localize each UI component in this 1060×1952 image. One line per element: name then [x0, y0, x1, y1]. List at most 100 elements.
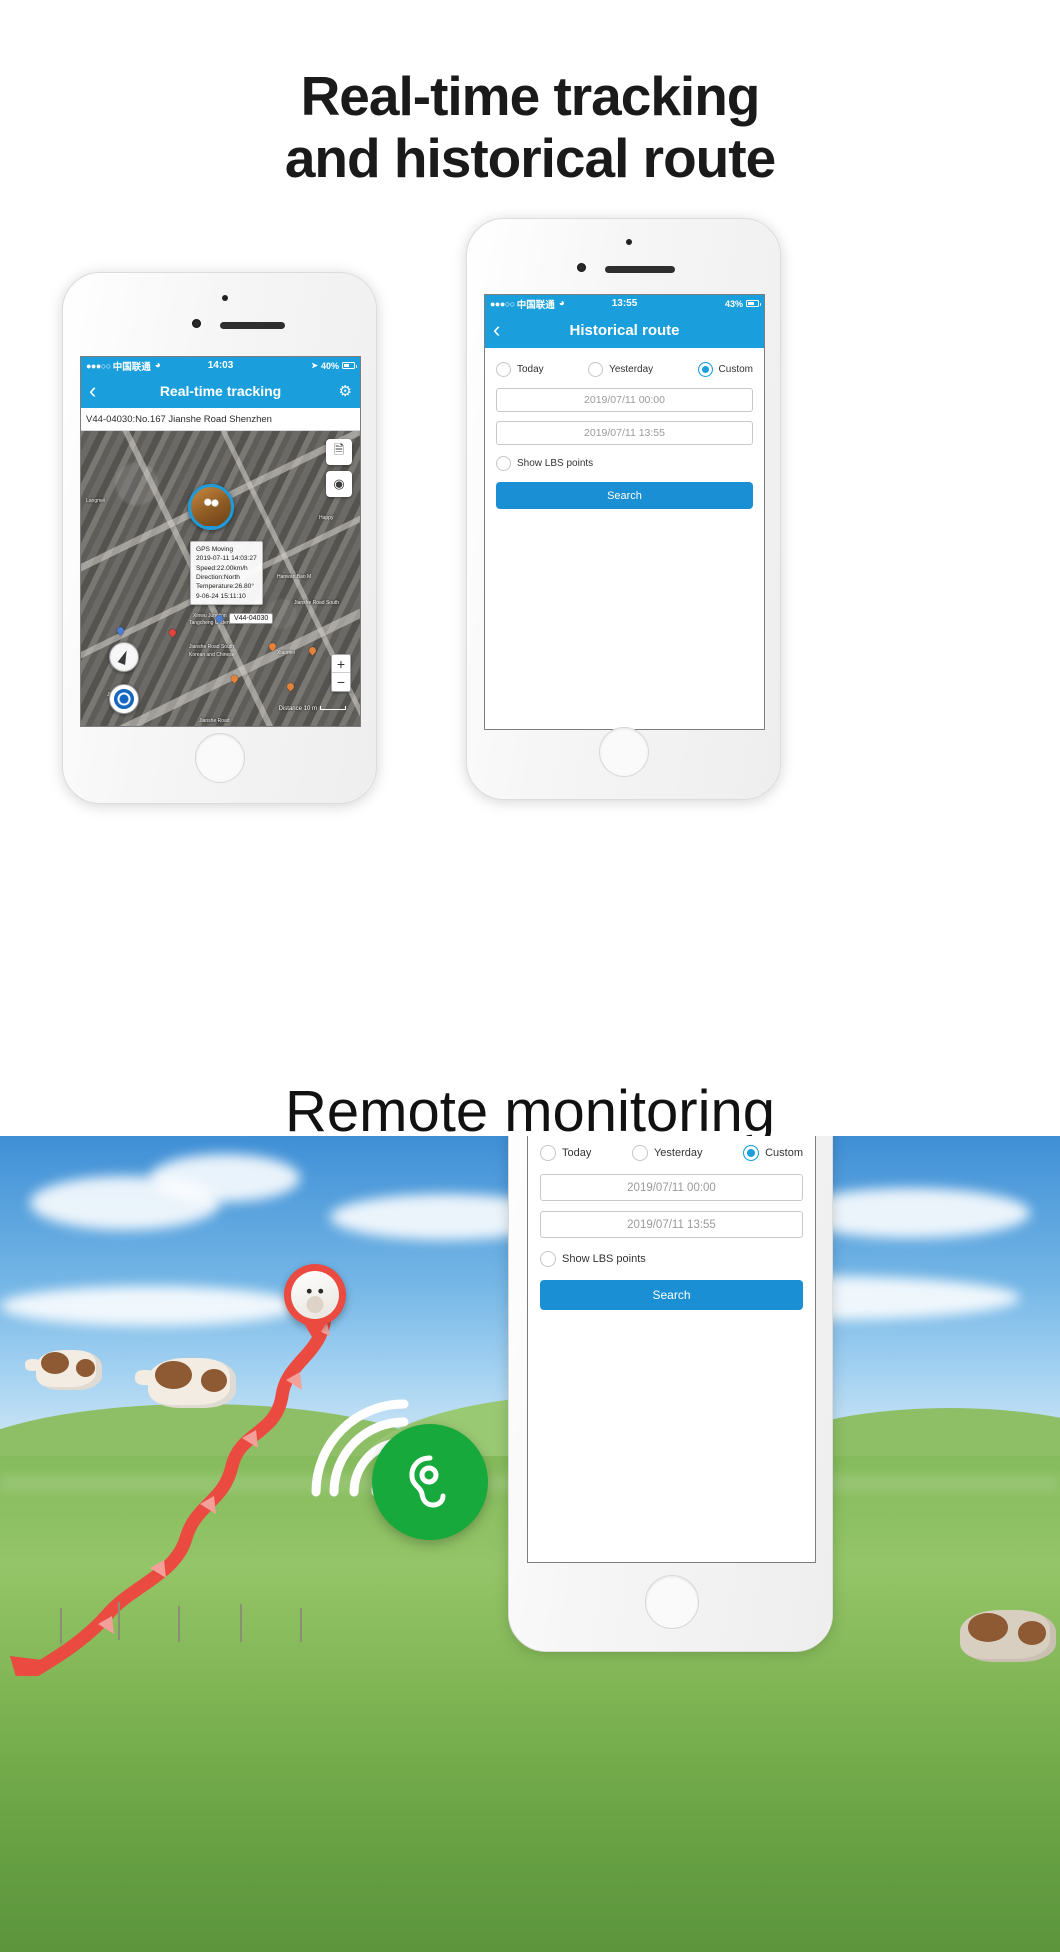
radio-custom-icon[interactable]: [743, 1145, 760, 1161]
map-poi-icon[interactable]: [285, 681, 296, 692]
phone2-statusbar: ●●●○○ 中国联通 ◕ 13:55 43%: [485, 295, 764, 312]
end-date-input[interactable]: 2019/07/11 13:55: [496, 421, 753, 445]
date-range-radio-group: Today Yesterday Custom: [496, 362, 753, 377]
show-lbs-points-row[interactable]: Show LBS points: [540, 1251, 803, 1267]
map-label: Happy: [319, 515, 334, 521]
map-label: Hanwan Bao M: [277, 574, 312, 580]
battery-percent-label: 40%: [320, 360, 339, 371]
lbs-checkbox-icon[interactable]: [496, 456, 511, 471]
status-time: 13:55: [611, 298, 638, 309]
radio-yesterday-icon[interactable]: [631, 1145, 648, 1161]
phone-device-history: ●●●○○ 中国联通 ◕ 13:55 43% ‹ Historical rout…: [466, 218, 781, 800]
earpiece-speaker: [220, 322, 285, 329]
gps-temperature: Temperature:26.80°: [196, 583, 254, 591]
zoom-out-button[interactable]: −: [332, 673, 350, 691]
end-date-input[interactable]: 2019/07/11 13:55: [540, 1211, 803, 1238]
goat-face-icon: [291, 1271, 339, 1319]
fence-flag: [178, 1606, 180, 1642]
home-button[interactable]: [645, 1575, 699, 1629]
map-scale-bar: Distance 10 m: [278, 705, 346, 712]
map-layers-icon[interactable]: 🗎: [326, 439, 352, 465]
battery-percent-label: 43%: [724, 298, 743, 309]
gps-direction: Direction:North: [196, 574, 240, 582]
phone1-screen: ●●●○○ 中国联通 ◕ 14:03 ➤ 40% ‹ Real-time tra…: [80, 356, 361, 727]
lbs-checkbox-icon[interactable]: [540, 1251, 556, 1267]
battery-icon: [746, 300, 761, 307]
radio-custom-label: Custom: [765, 1147, 803, 1159]
gear-icon[interactable]: ⚙: [339, 382, 352, 400]
page-title-tracking: Real-time tracking and historical route: [0, 65, 1060, 189]
back-button[interactable]: ‹: [89, 380, 96, 402]
page-title: Real-time tracking: [159, 383, 282, 399]
radio-yesterday-icon[interactable]: [588, 362, 604, 377]
listen-button[interactable]: [372, 1424, 488, 1540]
lbs-label: Show LBS points: [517, 458, 594, 469]
radio-today-label: Today: [562, 1147, 592, 1159]
phone1-navbar: ‹ Real-time tracking ⚙: [81, 374, 360, 408]
target-person-icon[interactable]: ◉: [326, 471, 352, 497]
ambient-sensor-icon: [222, 295, 228, 301]
map-label: Jianshe Road South: [189, 644, 235, 650]
phone1-status-right: ➤ 40%: [311, 360, 357, 371]
fence-flag: [300, 1608, 302, 1642]
back-button[interactable]: ‹: [493, 319, 500, 341]
remote-monitoring-scene: ●●●○○ 中国联通 ◕ 13:55 43% ‹ Historical rout…: [0, 1136, 1060, 1952]
map-label: Jianshe Road South: [294, 600, 340, 606]
phone2-form-body: Today Yesterday Custom 2019/07/11 00:00 …: [485, 348, 764, 729]
cloud-shape: [150, 1154, 300, 1202]
earpiece-speaker: [605, 266, 675, 273]
radio-today-label: Today: [517, 364, 544, 375]
search-button[interactable]: Search: [496, 482, 753, 509]
map-label: Jianshe Road: [199, 718, 230, 724]
headline-line-2: and historical route: [284, 126, 776, 189]
show-lbs-points-row[interactable]: Show LBS points: [496, 456, 753, 471]
fence-flag: [240, 1604, 242, 1642]
map-label: Xiaomei: [277, 650, 296, 656]
radio-today-icon[interactable]: [540, 1145, 556, 1161]
my-location-icon[interactable]: [109, 684, 139, 714]
map-label: Langmei: [86, 498, 106, 504]
map-poi-icon[interactable]: [307, 645, 318, 656]
phone1-statusbar: ●●●○○ 中国联通 ◕ 14:03 ➤ 40%: [81, 357, 360, 374]
map-zoom-controls[interactable]: + −: [331, 654, 351, 692]
map-poi-icon[interactable]: [167, 627, 178, 638]
zoom-in-button[interactable]: +: [332, 655, 350, 673]
map-scale-label: Distance 10 m: [278, 706, 317, 712]
radio-custom-icon[interactable]: [697, 362, 713, 377]
phone3-screen: ●●●○○ 中国联通 ◕ 13:55 43% ‹ Historical rout…: [527, 1136, 816, 1563]
home-button[interactable]: [599, 727, 649, 777]
battery-icon: [342, 362, 357, 369]
phone2-status-right: 43%: [724, 298, 761, 309]
fence-flag: [118, 1602, 120, 1640]
phone3-form-body: Today Yesterday Custom 2019/07/11 00:00 …: [528, 1136, 815, 1562]
phone2-navbar: ‹ Historical route: [485, 312, 764, 348]
headline-line-1: Real-time tracking: [300, 65, 761, 127]
tracked-animal-marker[interactable]: [188, 484, 234, 530]
map-label: Korean and Chinese: [189, 652, 235, 658]
radio-option-yesterday[interactable]: Yesterday: [588, 362, 653, 377]
search-button[interactable]: Search: [540, 1280, 803, 1310]
radio-option-custom[interactable]: Custom: [743, 1145, 803, 1161]
device-info-bar: V44-04030:No.167 Jianshe Road Shenzhen: [81, 408, 360, 431]
map-canvas[interactable]: Langmei Happy Hanwan Bao M Jianshe Road …: [81, 431, 360, 726]
start-date-input[interactable]: 2019/07/11 00:00: [496, 388, 753, 412]
lbs-label: Show LBS points: [562, 1253, 646, 1265]
radio-option-today[interactable]: Today: [540, 1145, 591, 1161]
date-range-radio-group: Today Yesterday Custom: [540, 1145, 803, 1161]
radio-option-yesterday[interactable]: Yesterday: [631, 1145, 703, 1161]
front-camera-icon: [577, 263, 586, 272]
ambient-sensor-icon: [626, 239, 632, 245]
cow-figure: [960, 1610, 1056, 1662]
radio-yesterday-label: Yesterday: [653, 1147, 703, 1159]
location-arrow-icon: ➤: [311, 361, 318, 370]
fence-flag: [60, 1608, 62, 1644]
start-date-input[interactable]: 2019/07/11 00:00: [540, 1174, 803, 1201]
gps-info-popup: GPS Moving 2019-07-11 14:03:27 Speed:22.…: [190, 541, 263, 606]
radio-today-icon[interactable]: [496, 362, 511, 377]
compass-icon[interactable]: [109, 642, 139, 672]
radio-option-today[interactable]: Today: [496, 362, 544, 377]
radio-option-custom[interactable]: Custom: [697, 362, 753, 377]
home-button[interactable]: [195, 733, 245, 783]
phone-device-history-scene: ●●●○○ 中国联通 ◕ 13:55 43% ‹ Historical rout…: [508, 1136, 833, 1652]
front-camera-icon: [192, 319, 201, 328]
